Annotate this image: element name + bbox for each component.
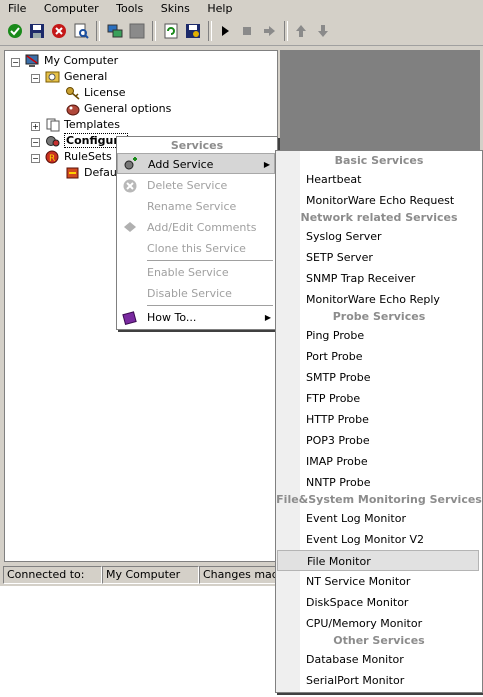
menu-help[interactable]: Help — [199, 0, 238, 16]
submenu-item-file-monitor[interactable]: File Monitor — [277, 550, 479, 571]
templates-icon — [45, 118, 61, 132]
menu-separator — [147, 305, 273, 306]
menu-file[interactable]: File — [0, 0, 32, 16]
submenu-item-nntp-probe[interactable]: NNTP Probe — [277, 472, 479, 493]
submenu-item-database-monitor[interactable]: Database Monitor — [277, 649, 479, 670]
context-menu-header: Services — [170, 139, 224, 152]
menu-item-rename-service[interactable]: Rename Service — [117, 196, 275, 217]
play-icon[interactable] — [216, 22, 234, 40]
toolbar-separator — [284, 21, 288, 41]
submenu-item-smtp-probe[interactable]: SMTP Probe — [277, 367, 479, 388]
tree-node-general-options[interactable]: General options — [65, 101, 171, 117]
submenu-arrow-icon: ▶ — [264, 313, 271, 322]
submenu-header-basic: Basic Services — [334, 154, 424, 167]
submenu-item-event-log-monitor[interactable]: Event Log Monitor — [277, 508, 479, 529]
submenu-item-event-log-monitor-v2[interactable]: Event Log Monitor V2 — [277, 529, 479, 550]
submenu-item-port-probe[interactable]: Port Probe — [277, 346, 479, 367]
submenu-item-diskspace-monitor[interactable]: DiskSpace Monitor — [277, 592, 479, 613]
blank-icon[interactable] — [128, 22, 146, 40]
collapse-toggle[interactable]: − — [31, 154, 40, 163]
check-icon[interactable] — [6, 22, 24, 40]
toolbar — [0, 17, 483, 46]
save-icon[interactable] — [28, 22, 46, 40]
tree-node-my-computer[interactable]: My Computer — [25, 53, 118, 69]
menu-computer[interactable]: Computer — [36, 0, 105, 16]
submenu-item-pop3-probe[interactable]: POP3 Probe — [277, 430, 479, 451]
status-computer: My Computer — [102, 566, 199, 584]
menu-skins[interactable]: Skins — [153, 0, 196, 16]
options-icon — [65, 102, 81, 116]
tree-node-general[interactable]: General — [45, 69, 107, 85]
save-as-icon[interactable] — [184, 22, 202, 40]
expand-toggle[interactable]: + — [31, 122, 40, 131]
collapse-toggle[interactable]: − — [31, 138, 40, 147]
submenu-item-snmp-trap-receiver[interactable]: SNMP Trap Receiver — [277, 268, 479, 289]
search-icon[interactable] — [72, 22, 90, 40]
submenu-item-setp-server[interactable]: SETP Server — [277, 247, 479, 268]
submenu-item-imap-probe[interactable]: IMAP Probe — [277, 451, 479, 472]
services-icon — [45, 134, 61, 148]
svg-text:R: R — [49, 154, 55, 164]
submenu-item-serialport-monitor[interactable]: SerialPort Monitor — [277, 670, 479, 691]
refresh-icon[interactable] — [162, 22, 180, 40]
general-settings-icon — [45, 70, 61, 84]
submenu-item-heartbeat[interactable]: Heartbeat — [277, 169, 479, 190]
submenu-item-ftp-probe[interactable]: FTP Probe — [277, 388, 479, 409]
tree-node-default-ruleset[interactable]: Defau — [65, 165, 117, 181]
add-service-submenu: Basic Services Heartbeat MonitorWare Ech… — [275, 150, 483, 693]
collapse-toggle[interactable]: − — [31, 74, 40, 83]
menu-item-disable-service[interactable]: Disable Service — [117, 283, 275, 304]
submenu-header-network: Network related Services — [300, 211, 458, 224]
help-book-icon — [122, 310, 138, 325]
submenu-header-probe: Probe Services — [332, 310, 426, 323]
down-arrow-icon[interactable] — [314, 22, 332, 40]
status-connected-label: Connected to: — [3, 566, 102, 584]
submenu-item-syslog-server[interactable]: Syslog Server — [277, 226, 479, 247]
collapse-toggle[interactable]: − — [11, 58, 20, 67]
menu-item-add-edit-comments[interactable]: Add/Edit Comments — [117, 217, 275, 238]
menu-item-clone-service[interactable]: Clone this Service — [117, 238, 275, 259]
rulesets-icon: R — [45, 150, 61, 164]
delete-icon[interactable] — [50, 22, 68, 40]
toolbar-separator — [96, 21, 100, 41]
comment-icon — [122, 220, 138, 235]
menu-item-how-to[interactable]: How To... ▶ — [117, 307, 275, 328]
menu-item-add-service[interactable]: Add Service ▶ — [117, 153, 275, 174]
toolbar-separator — [208, 21, 212, 41]
computer-icon — [25, 54, 41, 68]
submenu-header-filesystem: File&System Monitoring Services — [276, 493, 482, 506]
tree-node-rulesets[interactable]: R RuleSets — [45, 149, 112, 165]
submenu-item-nt-service-monitor[interactable]: NT Service Monitor — [277, 571, 479, 592]
status-changes: Changes made — [199, 566, 280, 584]
step-icon[interactable] — [260, 22, 278, 40]
ruleset-icon — [65, 166, 81, 180]
submenu-header-other: Other Services — [333, 634, 425, 647]
add-service-icon — [123, 157, 139, 172]
submenu-arrow-icon: ▶ — [263, 160, 270, 169]
menu-separator — [147, 260, 273, 261]
network-icon[interactable] — [106, 22, 124, 40]
submenu-item-echo-reply[interactable]: MonitorWare Echo Reply — [277, 289, 479, 310]
tree-node-license[interactable]: License — [65, 85, 125, 101]
menu-item-delete-service[interactable]: Delete Service — [117, 175, 275, 196]
submenu-item-http-probe[interactable]: HTTP Probe — [277, 409, 479, 430]
menu-bar: File Computer Tools Skins Help — [0, 0, 483, 17]
submenu-item-cpu-memory-monitor[interactable]: CPU/Memory Monitor — [277, 613, 479, 634]
submenu-item-ping-probe[interactable]: Ping Probe — [277, 325, 479, 346]
stop-icon[interactable] — [238, 22, 256, 40]
menu-tools[interactable]: Tools — [108, 0, 149, 16]
tree-node-templates[interactable]: Templates — [45, 117, 120, 133]
up-arrow-icon[interactable] — [292, 22, 310, 40]
menu-item-enable-service[interactable]: Enable Service — [117, 262, 275, 283]
key-icon — [65, 86, 81, 100]
submenu-item-echo-request[interactable]: MonitorWare Echo Request — [277, 190, 479, 211]
delete-service-icon — [122, 178, 138, 193]
toolbar-separator — [152, 21, 156, 41]
context-menu: Services Add Service ▶ Delete Service Re… — [116, 136, 278, 330]
